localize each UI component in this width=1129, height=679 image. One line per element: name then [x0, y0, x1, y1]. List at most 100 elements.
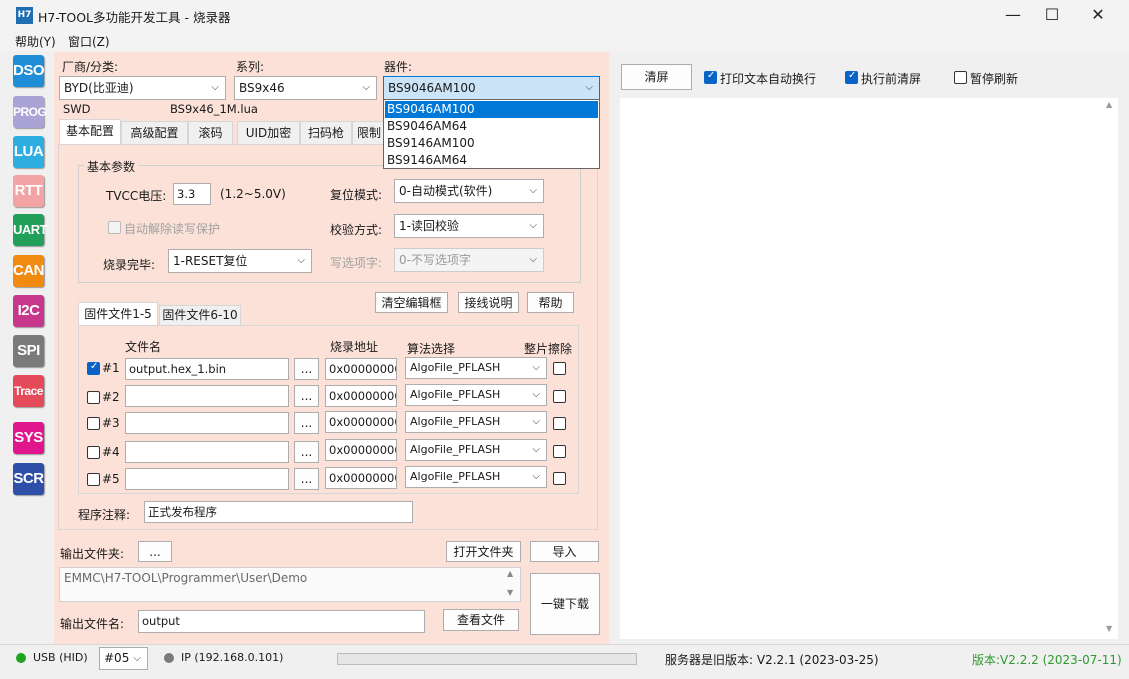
prog-button[interactable]: PROG: [13, 96, 47, 128]
row2-algo-combo[interactable]: AlgoFile_PFLASH ⌵: [405, 384, 547, 406]
output-folder-label: 输出文件夹:: [60, 547, 125, 561]
chevron-down-icon: ⌵: [297, 255, 305, 266]
row2-file-input[interactable]: [125, 385, 289, 407]
scroll-down-icon[interactable]: ▼: [1106, 624, 1112, 633]
row1-address-input[interactable]: 0x00000000: [325, 358, 397, 380]
row1-checkbox[interactable]: [87, 361, 100, 375]
row4-browse-button[interactable]: ...: [294, 441, 319, 463]
chevron-down-icon: ⌵: [133, 653, 141, 664]
tab-limit[interactable]: 限制: [352, 121, 386, 145]
row4-checkbox[interactable]: [87, 446, 100, 459]
verify-combo[interactable]: 1-读回校验 ⌵: [394, 214, 544, 238]
trace-button[interactable]: Trace: [13, 375, 44, 407]
i2c-button[interactable]: I2C: [13, 295, 44, 327]
view-file-button[interactable]: 查看文件: [443, 609, 519, 631]
tab-firmware-6-10[interactable]: 固件文件6-10: [159, 305, 241, 325]
maximize-button[interactable]: ☐: [1029, 0, 1075, 31]
wrap-checkbox[interactable]: [704, 70, 717, 84]
row4-address-input[interactable]: 0x00000000: [325, 439, 397, 461]
device-option[interactable]: BS9046AM100: [385, 101, 598, 118]
lua-file-text: BS9x46_1M.lua: [170, 102, 258, 116]
row1-algo-combo[interactable]: AlgoFile_PFLASH ⌵: [405, 357, 547, 379]
console-output[interactable]: [620, 98, 1118, 639]
close-button[interactable]: ✕: [1075, 0, 1121, 31]
path-scroll-up-icon[interactable]: ▲: [507, 569, 513, 578]
row4-algo-combo[interactable]: AlgoFile_PFLASH ⌵: [405, 439, 547, 461]
option-combo[interactable]: 0-不写选项字 ⌵: [394, 248, 544, 272]
uart-button[interactable]: UART: [13, 214, 48, 246]
one-click-download-button[interactable]: 一键下载: [530, 573, 600, 635]
chevron-down-icon: ⌵: [529, 254, 537, 265]
can-button[interactable]: CAN: [13, 255, 45, 287]
clear-before-label: 执行前清屏: [861, 72, 922, 86]
row3-file-input[interactable]: [125, 412, 289, 434]
reset-mode-label: 复位模式:: [330, 188, 383, 202]
row4-file-input[interactable]: [125, 441, 289, 463]
row2-erase-checkbox[interactable]: [553, 390, 566, 403]
row1-erase-checkbox[interactable]: [553, 362, 566, 375]
row4-erase-checkbox[interactable]: [553, 445, 566, 458]
pause-checkbox[interactable]: [954, 71, 967, 84]
row3-address-input[interactable]: 0x00000000: [325, 411, 397, 433]
row2-address-input[interactable]: 0x00000000: [325, 385, 397, 407]
row5-address-input[interactable]: 0x00000000: [325, 467, 397, 489]
row3-algo-combo[interactable]: AlgoFile_PFLASH ⌵: [405, 411, 547, 433]
device-option[interactable]: BS9146AM100: [385, 135, 598, 152]
tab-scanner[interactable]: 扫码枪: [300, 121, 352, 145]
row5-browse-button[interactable]: ...: [294, 468, 319, 490]
device-option[interactable]: BS9046AM64: [385, 118, 598, 135]
output-filename-input[interactable]: output: [138, 610, 425, 633]
scr-button[interactable]: SCR: [13, 463, 44, 495]
device-option[interactable]: BS9146AM64: [385, 152, 598, 169]
server-message: 服务器是旧版本: V2.2.1 (2023-03-25): [665, 653, 879, 667]
device-value: BS9046AM100: [388, 81, 476, 95]
tab-rolling-code[interactable]: 滚码: [188, 121, 233, 145]
import-button[interactable]: 导入: [530, 541, 599, 562]
sys-button[interactable]: SYS: [13, 422, 44, 454]
tvcc-input[interactable]: 3.3: [173, 183, 211, 205]
menu-help[interactable]: 帮助(Y): [15, 33, 56, 50]
open-folder-button[interactable]: 打开文件夹: [446, 541, 521, 562]
row5-algo-combo[interactable]: AlgoFile_PFLASH ⌵: [405, 466, 547, 488]
rtt-button[interactable]: RTT: [13, 175, 44, 207]
output-folder-button[interactable]: ...: [138, 541, 172, 562]
menu-window[interactable]: 窗口(Z): [68, 33, 110, 50]
tab-uid-encrypt[interactable]: UID加密: [237, 121, 300, 145]
row3-browse-button[interactable]: ...: [294, 412, 319, 434]
output-path-field[interactable]: EMMC\H7-TOOL\Programmer\User\Demo: [59, 567, 521, 602]
row1-file-input[interactable]: output.hex_1.bin: [125, 358, 289, 380]
row3-erase-checkbox[interactable]: [553, 417, 566, 430]
port-combo[interactable]: #05 ⌵: [99, 647, 148, 670]
clear-before-checkbox[interactable]: [845, 70, 858, 84]
series-combo[interactable]: BS9x46 ⌵: [234, 76, 377, 100]
device-combo[interactable]: BS9046AM100 ⌵: [383, 76, 600, 100]
tab-advanced[interactable]: 高级配置: [121, 121, 188, 145]
vendor-combo[interactable]: BYD(比亚迪) ⌵: [59, 76, 226, 100]
output-filename-label: 输出文件名:: [60, 617, 125, 631]
tab-basic[interactable]: 基本配置: [59, 119, 121, 145]
wiring-button[interactable]: 接线说明: [458, 292, 519, 313]
row5-checkbox[interactable]: [87, 473, 100, 486]
clear-screen-button[interactable]: 清屏: [621, 64, 692, 90]
row2-checkbox[interactable]: [87, 391, 100, 404]
spi-button[interactable]: SPI: [13, 335, 44, 367]
row2-browse-button[interactable]: ...: [294, 385, 319, 407]
help-button[interactable]: 帮助: [527, 292, 574, 313]
note-label: 程序注释:: [78, 508, 131, 522]
usb-status: USB (HID): [33, 651, 88, 664]
clear-editor-button[interactable]: 清空编辑框: [375, 292, 448, 313]
note-input[interactable]: 正式发布程序: [144, 501, 413, 523]
row3-checkbox[interactable]: [87, 417, 100, 430]
row5-file-input[interactable]: [125, 468, 289, 490]
row5-erase-checkbox[interactable]: [553, 472, 566, 485]
console-scrollbar[interactable]: ▲ ▼: [1103, 98, 1118, 639]
row1-browse-button[interactable]: ...: [294, 358, 319, 380]
auto-unprotect-checkbox[interactable]: [108, 221, 121, 234]
tab-firmware-1-5[interactable]: 固件文件1-5: [78, 302, 158, 326]
path-scroll-down-icon[interactable]: ▼: [507, 588, 513, 597]
reset-mode-combo[interactable]: 0-自动模式(软件) ⌵: [394, 179, 544, 203]
lua-button[interactable]: LUA: [13, 136, 44, 168]
scroll-up-icon[interactable]: ▲: [1106, 100, 1112, 109]
done-combo[interactable]: 1-RESET复位 ⌵: [168, 249, 312, 273]
dso-button[interactable]: DSO: [13, 55, 45, 87]
